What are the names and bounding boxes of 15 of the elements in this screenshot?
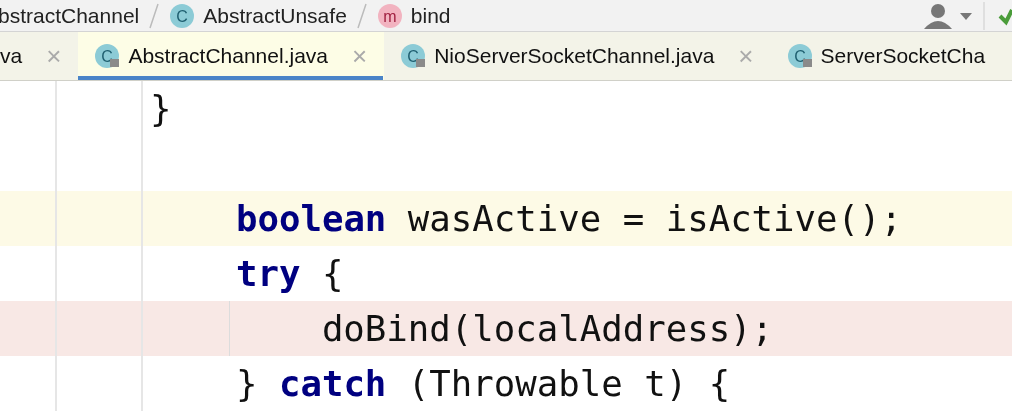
breadcrumb-item[interactable]: bstractChannel [0,0,140,32]
breadcrumb-item[interactable]: AbstractUnsafe [203,0,347,32]
check-icon[interactable] [982,1,1012,30]
code-line: } [149,87,172,131]
method-icon: m [376,2,403,29]
code-line: try { [234,252,344,296]
user-menu-icon[interactable] [922,2,974,29]
class-icon: C [169,2,196,29]
breadcrumb-item[interactable]: bind [410,0,451,32]
separator-icon [354,1,369,30]
code-line: doBind(localAddress); [320,307,774,351]
separator-icon [147,1,162,30]
code-line: } catch (Throwable t) { [234,362,731,406]
editor-tab[interactable]: va × [0,32,79,80]
code-line: boolean wasActive = isActive(); [234,197,903,241]
